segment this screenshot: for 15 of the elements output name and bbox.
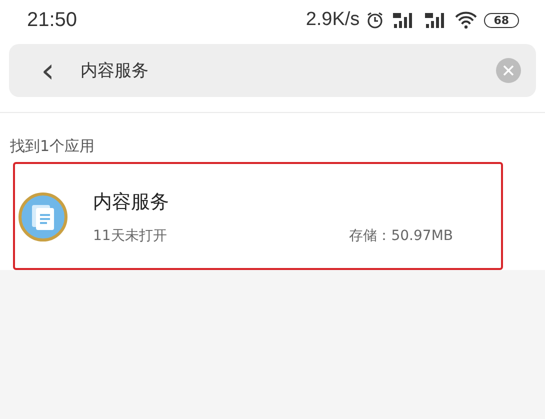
alarm-icon [366, 11, 384, 29]
search-bar[interactable]: ‹ 内容服务 [9, 44, 536, 97]
search-field[interactable]: 内容服务 [78, 60, 476, 82]
wifi-icon [454, 11, 478, 29]
clear-button[interactable] [496, 58, 521, 83]
back-button[interactable]: ‹ [37, 56, 59, 86]
storage-size: 存储：50.97MB [349, 227, 453, 245]
app-icon [18, 192, 68, 242]
app-row[interactable]: 内容服务 11天未打开 存储：50.97MB [0, 164, 545, 270]
app-name: 内容服务 [93, 190, 170, 215]
network-speed: 2.9K/s [306, 9, 360, 31]
close-icon [503, 65, 514, 76]
last-opened: 11天未打开 [93, 227, 167, 245]
clock-time: 21:50 [27, 8, 78, 32]
battery-level: 68 [484, 12, 519, 28]
